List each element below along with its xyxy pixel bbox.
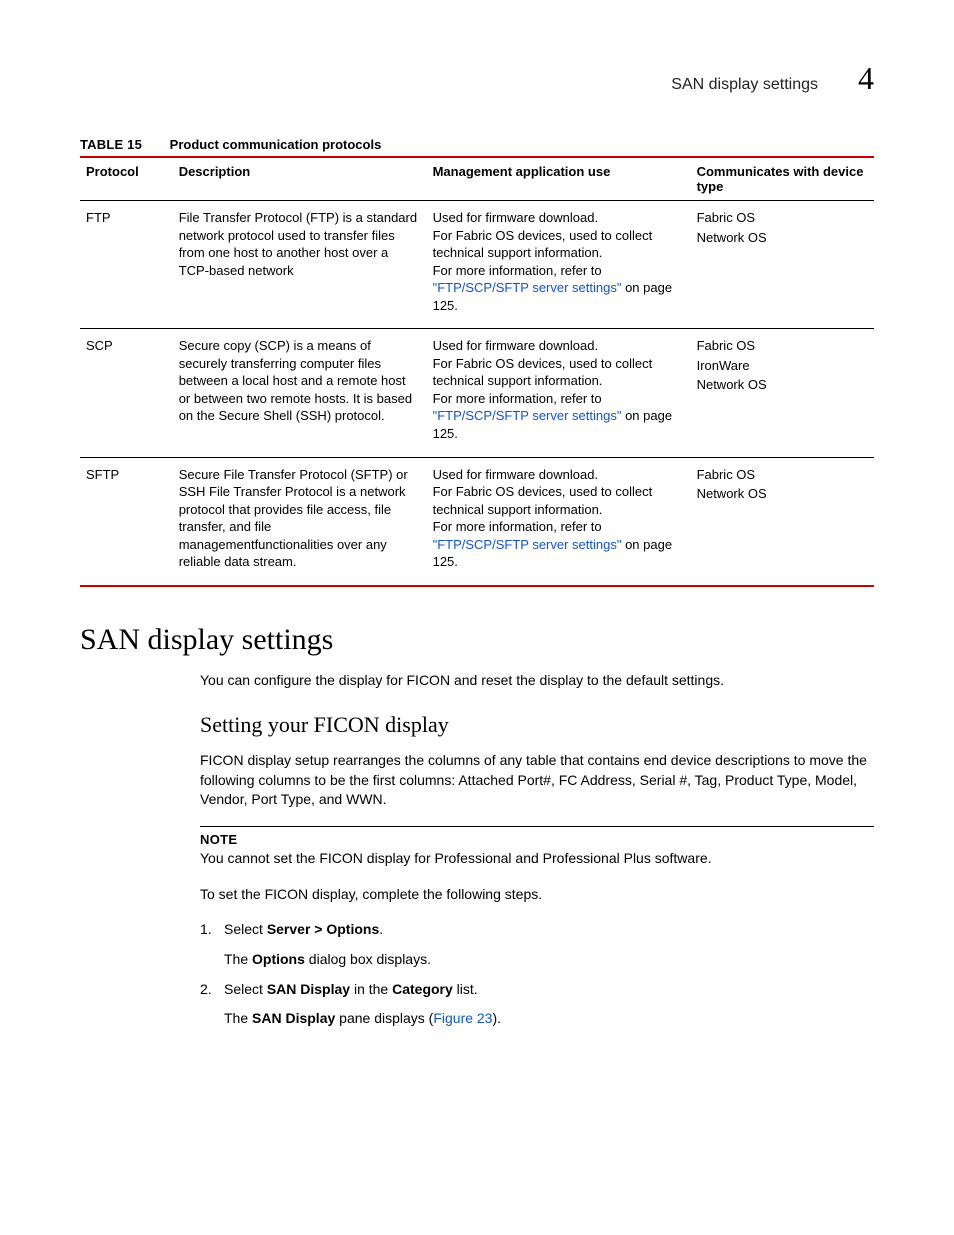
step-result: The Options dialog box displays. bbox=[224, 950, 874, 970]
page-header: SAN display settings 4 bbox=[80, 60, 874, 97]
steps-list: 1. Select Server > Options. The Options … bbox=[200, 920, 874, 1028]
th-communicates: Communicates with device type bbox=[691, 157, 874, 201]
use-line: For Fabric OS devices, used to collect t… bbox=[433, 227, 685, 262]
note-text: You cannot set the FICON display for Pro… bbox=[200, 849, 874, 869]
cell-devices: Fabric OS IronWare Network OS bbox=[691, 329, 874, 457]
section-intro: You can configure the display for FICON … bbox=[200, 671, 874, 691]
th-protocol: Protocol bbox=[80, 157, 173, 201]
figure-link[interactable]: Figure 23 bbox=[433, 1010, 492, 1026]
settings-link[interactable]: "FTP/SCP/SFTP server settings" bbox=[433, 408, 622, 423]
table-header-row: Protocol Description Management applicat… bbox=[80, 157, 874, 201]
step-body: Select SAN Display in the Category list. bbox=[224, 980, 874, 1000]
chapter-number: 4 bbox=[858, 60, 874, 97]
device-type: Fabric OS bbox=[697, 209, 868, 227]
device-type: Network OS bbox=[697, 229, 868, 247]
table-row: SCP Secure copy (SCP) is a means of secu… bbox=[80, 329, 874, 457]
device-type: Fabric OS bbox=[697, 337, 868, 355]
cell-description: File Transfer Protocol (FTP) is a standa… bbox=[173, 201, 427, 329]
use-line: Used for firmware download. bbox=[433, 337, 685, 355]
protocols-table: Protocol Description Management applicat… bbox=[80, 156, 874, 587]
cell-protocol: SCP bbox=[80, 329, 173, 457]
use-line: For Fabric OS devices, used to collect t… bbox=[433, 483, 685, 518]
use-line: For more information, refer to "FTP/SCP/… bbox=[433, 518, 685, 571]
th-use: Management application use bbox=[427, 157, 691, 201]
section-heading: SAN display settings bbox=[80, 623, 874, 657]
cell-devices: Fabric OS Network OS bbox=[691, 457, 874, 586]
table-caption: TABLE 15 Product communication protocols bbox=[80, 137, 874, 152]
use-line: Used for firmware download. bbox=[433, 209, 685, 227]
cell-devices: Fabric OS Network OS bbox=[691, 201, 874, 329]
paragraph: FICON display setup rearranges the colum… bbox=[200, 751, 874, 810]
cell-use: Used for firmware download. For Fabric O… bbox=[427, 201, 691, 329]
header-title: SAN display settings bbox=[671, 76, 818, 94]
step-body: Select Server > Options. bbox=[224, 920, 874, 940]
cell-protocol: SFTP bbox=[80, 457, 173, 586]
use-line: Used for firmware download. bbox=[433, 466, 685, 484]
table-label: TABLE 15 bbox=[80, 137, 142, 152]
device-type: Network OS bbox=[697, 376, 868, 394]
step-item: 1. Select Server > Options. bbox=[200, 920, 874, 940]
note-label: NOTE bbox=[200, 831, 874, 849]
step-number: 1. bbox=[200, 920, 224, 940]
note-block: NOTE You cannot set the FICON display fo… bbox=[200, 826, 874, 869]
device-type: IronWare bbox=[697, 357, 868, 375]
settings-link[interactable]: "FTP/SCP/SFTP server settings" bbox=[433, 537, 622, 552]
steps-intro: To set the FICON display, complete the f… bbox=[200, 885, 874, 905]
use-line: For more information, refer to "FTP/SCP/… bbox=[433, 262, 685, 315]
cell-description: Secure copy (SCP) is a means of securely… bbox=[173, 329, 427, 457]
cell-protocol: FTP bbox=[80, 201, 173, 329]
table-row: FTP File Transfer Protocol (FTP) is a st… bbox=[80, 201, 874, 329]
use-line: For Fabric OS devices, used to collect t… bbox=[433, 355, 685, 390]
subsection-heading: Setting your FICON display bbox=[200, 710, 874, 741]
step-result: The SAN Display pane displays (Figure 23… bbox=[224, 1009, 874, 1029]
table-title: Product communication protocols bbox=[170, 137, 382, 152]
cell-description: Secure File Transfer Protocol (SFTP) or … bbox=[173, 457, 427, 586]
th-description: Description bbox=[173, 157, 427, 201]
table-row: SFTP Secure File Transfer Protocol (SFTP… bbox=[80, 457, 874, 586]
step-number: 2. bbox=[200, 980, 224, 1000]
use-line: For more information, refer to "FTP/SCP/… bbox=[433, 390, 685, 443]
device-type: Network OS bbox=[697, 485, 868, 503]
device-type: Fabric OS bbox=[697, 466, 868, 484]
settings-link[interactable]: "FTP/SCP/SFTP server settings" bbox=[433, 280, 622, 295]
cell-use: Used for firmware download. For Fabric O… bbox=[427, 457, 691, 586]
step-item: 2. Select SAN Display in the Category li… bbox=[200, 980, 874, 1000]
cell-use: Used for firmware download. For Fabric O… bbox=[427, 329, 691, 457]
